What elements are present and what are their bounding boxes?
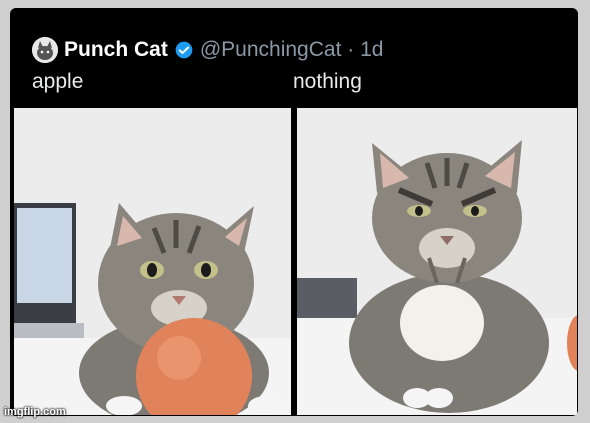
- cat-nothing-image: [297, 108, 577, 415]
- verified-badge-icon: [175, 41, 193, 59]
- caption-left: apple: [32, 70, 84, 93]
- handle-and-time[interactable]: @PunchingCat · 1d: [200, 38, 384, 62]
- avatar[interactable]: [32, 37, 58, 63]
- tweet-card: Punch Cat @PunchingCat · 1d apple nothin…: [10, 8, 578, 416]
- photo-cat-with-apple[interactable]: [14, 108, 291, 415]
- photo-cat-with-nothing[interactable]: [297, 108, 577, 415]
- tweet-header: Punch Cat @PunchingCat · 1d: [32, 34, 383, 66]
- watermark: imgflip.com: [4, 406, 66, 418]
- display-name[interactable]: Punch Cat: [64, 38, 168, 62]
- cat-apple-image: [14, 108, 291, 415]
- caption-right: nothing: [293, 70, 362, 93]
- cat-avatar-icon: [32, 37, 58, 63]
